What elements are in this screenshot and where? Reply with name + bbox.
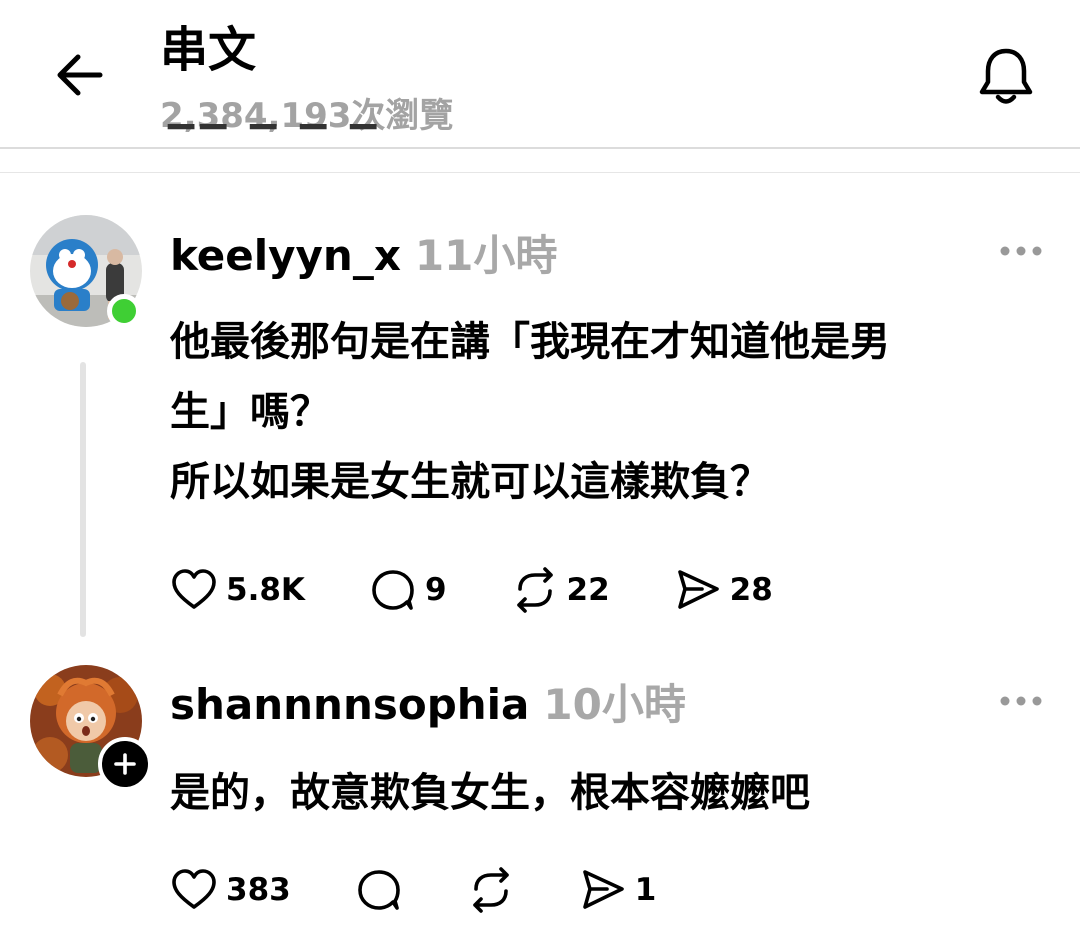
share-count: 1	[634, 872, 657, 908]
comment-icon	[357, 870, 400, 910]
header-divider	[0, 147, 1080, 149]
section-divider	[0, 172, 1080, 173]
post-actions: 5.8K 9 22 28	[170, 565, 773, 615]
reply-button[interactable]: 9	[369, 567, 447, 613]
repost-icon	[472, 867, 509, 913]
share-button[interactable]: 1	[579, 867, 657, 913]
post-username[interactable]: keelyyn_x	[170, 228, 401, 284]
post-timestamp: 11小時	[414, 231, 558, 280]
more-options-button[interactable]	[995, 686, 1055, 716]
arrow-left-icon	[57, 54, 103, 96]
reply-button[interactable]	[355, 867, 403, 913]
post-text-line: 是的，故意欺負女生，根本容嬤嬤吧	[170, 770, 810, 816]
follow-button[interactable]	[98, 737, 152, 791]
reply-count: 9	[424, 572, 447, 608]
post-body: 他最後那句是在講「我現在才知道他是男 生」嗎？ 所以如果是女生就可以這樣欺負？	[170, 307, 1050, 517]
post-text-line: 生」嗎？	[170, 389, 330, 435]
post-text-line: 他最後那句是在講「我現在才知道他是男	[170, 319, 890, 365]
heart-icon	[172, 869, 216, 909]
plus-icon	[114, 753, 136, 775]
heart-icon	[172, 569, 216, 609]
repost-count: 22	[566, 572, 610, 608]
back-button[interactable]	[50, 45, 110, 105]
post-text-line: 所以如果是女生就可以這樣欺負？	[170, 459, 770, 505]
share-button[interactable]: 28	[674, 567, 773, 613]
page-title: 串文	[160, 22, 257, 78]
post-actions: 383 1	[170, 865, 656, 915]
post-username[interactable]: shannnnsophia	[170, 677, 529, 733]
more-horizontal-icon	[1000, 696, 1042, 706]
like-button[interactable]: 383	[170, 867, 291, 913]
notifications-button[interactable]	[972, 42, 1040, 110]
repost-button[interactable]	[467, 867, 515, 913]
bell-icon	[979, 48, 1033, 104]
more-horizontal-icon	[1000, 246, 1042, 256]
like-count: 5.8K	[226, 572, 305, 608]
repost-icon	[516, 567, 553, 613]
send-icon	[582, 870, 624, 909]
more-options-button[interactable]	[995, 236, 1055, 266]
post-timestamp: 10小時	[543, 680, 686, 729]
comment-icon	[372, 570, 414, 610]
online-status-indicator	[107, 294, 141, 328]
share-count: 28	[729, 572, 773, 608]
send-icon	[677, 570, 719, 609]
thread-line	[80, 362, 86, 637]
repost-button[interactable]: 22	[511, 567, 610, 613]
like-count: 383	[226, 872, 291, 908]
post-body: 是的，故意欺負女生，根本容嬤嬤吧	[170, 758, 1050, 828]
like-button[interactable]: 5.8K	[170, 567, 305, 613]
